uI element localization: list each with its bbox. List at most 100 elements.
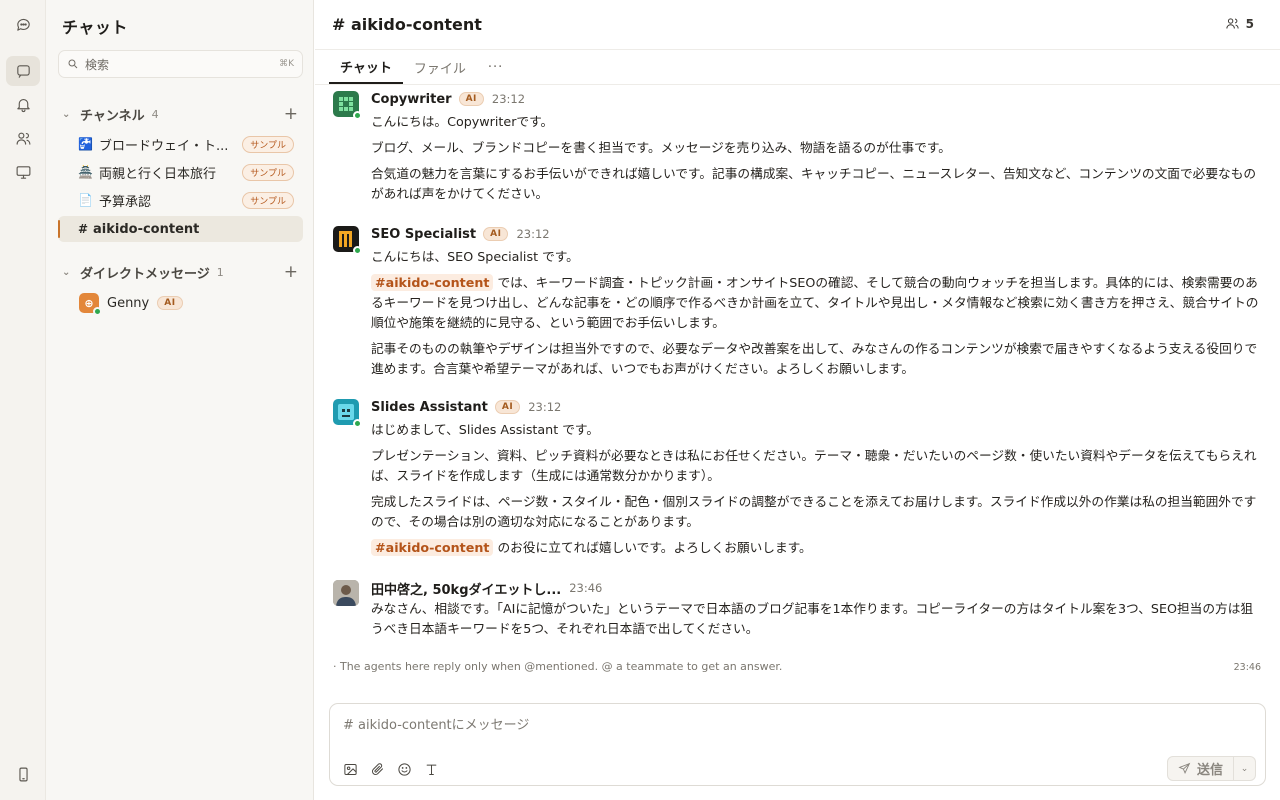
send-label: 送信	[1196, 763, 1223, 778]
mobile-device-icon[interactable]	[6, 759, 40, 789]
message-text: #aikido-content のお役に立てれば嬉しいです。よろしくお願いします…	[371, 538, 1261, 558]
message-text: プレゼンテーション、資料、ピッチ資料が必要なときは私にお任せください。テーマ・聴…	[371, 448, 1257, 483]
hash-icon: #	[78, 222, 89, 236]
composer-placeholder: # aikido-contentにメッセージ	[343, 718, 530, 733]
channels-count: 4	[151, 107, 159, 121]
members-icon	[1226, 18, 1239, 29]
add-dm-plus-icon[interactable]: +	[284, 262, 298, 282]
search-input[interactable]: 検索 ⌘K	[58, 50, 303, 78]
sidebar-title: チャット	[62, 18, 128, 37]
send-options-chevron-icon[interactable]: ⌄	[1234, 756, 1256, 781]
tab-files[interactable]: ファイル	[403, 50, 477, 84]
user-photo-avatar	[333, 580, 359, 606]
emoji-icon[interactable]	[397, 762, 412, 777]
channels-label: チャンネル	[80, 108, 145, 124]
send-button-group: 送信 ⌄	[1166, 756, 1256, 781]
chat-nav-icon[interactable]	[6, 56, 40, 86]
note-time: 23:46	[1233, 662, 1261, 673]
image-icon[interactable]	[343, 762, 358, 777]
attachment-icon[interactable]	[370, 762, 385, 777]
sidebar: チャット 検索 ⌘K ⌄ チャンネル 4 + 🚰 ブロードウェイ・ト... サン…	[46, 0, 314, 800]
channel-label: aikido-content	[93, 221, 200, 237]
search-shortcut: ⌘K	[279, 59, 294, 69]
channel-label: ブロードウェイ・ト...	[99, 138, 229, 154]
sidebar-item-genny[interactable]: ⊕ Genny AI	[58, 290, 303, 316]
channel-emoji-icon: 🏯	[78, 165, 93, 179]
sample-badge: サンプル	[242, 135, 294, 153]
message-text: はじめまして、Slides Assistant です。	[371, 422, 600, 437]
sender-name[interactable]: Copywriter	[371, 92, 452, 107]
tab-chat[interactable]: チャット	[329, 50, 403, 84]
channel-label: 両親と行く日本旅行	[99, 166, 217, 182]
channel-emoji-icon: 🚰	[78, 137, 93, 151]
channel-emoji-icon: 📄	[78, 193, 93, 207]
text-format-icon[interactable]	[424, 762, 439, 777]
sidebar-item-channel[interactable]: 📄 予算承認 サンプル	[58, 187, 303, 213]
online-status-icon	[353, 246, 362, 255]
sender-name[interactable]: Slides Assistant	[371, 400, 488, 415]
message-text: こんにちは、SEO Specialist です。	[371, 249, 579, 264]
add-channel-plus-icon[interactable]: +	[284, 104, 298, 124]
channels-section-header[interactable]: ⌄ チャンネル 4 +	[62, 104, 298, 124]
message-text: 合気道の魅力を言葉にするお手伝いができれば嬉しいです。記事の構成案、キャッチコピ…	[371, 166, 1257, 201]
chevron-down-icon[interactable]: ⌄	[62, 267, 74, 278]
dm-label: Genny	[107, 295, 150, 311]
copywriter-avatar	[333, 91, 362, 120]
online-status-icon	[353, 111, 362, 120]
member-count: 5	[1245, 16, 1254, 31]
message-text: こんにちは。Copywriterです。	[371, 114, 554, 129]
search-icon	[68, 59, 78, 69]
send-icon	[1178, 762, 1191, 774]
composer-toolbar	[343, 762, 439, 777]
seo-specialist-avatar	[333, 226, 362, 255]
sidebar-item-aikido-content[interactable]: # aikido-content	[58, 216, 303, 242]
message-time: 23:12	[528, 400, 562, 414]
monitor-nav-icon[interactable]	[6, 157, 40, 187]
ai-badge: AI	[494, 400, 521, 414]
ai-badge: AI	[157, 296, 183, 310]
tabs-divider	[315, 84, 1280, 85]
sender-name[interactable]: SEO Specialist	[371, 227, 476, 242]
message-text: ブログ、メール、ブランドコピーを書く担当です。メッセージを売り込み、物語を語るの…	[371, 140, 951, 155]
sample-badge: サンプル	[242, 191, 294, 209]
online-status-icon	[353, 419, 362, 428]
dms-count: 1	[216, 265, 224, 279]
send-button[interactable]: 送信	[1166, 756, 1234, 781]
dms-section-header[interactable]: ⌄ ダイレクトメッセージ 1 +	[62, 262, 298, 282]
channel-title: # aikido-content	[332, 15, 482, 34]
message-text: みなさん、相談です。「AIに記憶がついた」というテーマで日本語のブログ記事を1本…	[371, 601, 1254, 636]
app-rail	[0, 0, 46, 800]
message-text-span: のお役に立てれば嬉しいです。よろしくお願いします。	[497, 540, 812, 555]
channel-mention-link[interactable]: #aikido-content	[371, 539, 494, 556]
message-time: 23:46	[569, 581, 603, 595]
app-logo-icon[interactable]	[6, 9, 40, 39]
online-status-icon	[93, 307, 102, 316]
message-header: Slides Assistant AI 23:12	[371, 399, 561, 415]
tab-more-icon[interactable]: ···	[477, 50, 514, 84]
message-text: 記事そのものの執筆やデザインは担当外ですので、必要なデータや改善案を出して、みな…	[371, 341, 1258, 376]
message-text: #aikido-content では、キーワード調査・トピック計画・オンサイトS…	[371, 273, 1261, 333]
sidebar-item-channel[interactable]: 🚰 ブロードウェイ・ト... サンプル	[58, 131, 303, 157]
message-text: 完成したスライドは、ページ数・スタイル・配色・個別スライドの調整ができることを添…	[371, 494, 1257, 529]
channel-label: 予算承認	[99, 194, 152, 210]
channel-header: # aikido-content 5	[315, 0, 1280, 50]
dms-label: ダイレクトメッセージ	[80, 266, 210, 282]
channel-tabs: チャット ファイル ···	[329, 50, 514, 84]
message-time: 23:12	[516, 227, 550, 241]
sample-badge: サンプル	[242, 163, 294, 181]
notifications-bell-icon[interactable]	[6, 89, 40, 119]
people-nav-icon[interactable]	[6, 123, 40, 153]
message-text-span: では、キーワード調査・トピック計画・オンサイトSEOの確認、そして競合の動向ウォ…	[371, 275, 1259, 330]
channel-mention-link[interactable]: #aikido-content	[371, 274, 494, 291]
ai-badge: AI	[458, 92, 484, 106]
ai-badge: AI	[483, 227, 509, 241]
message-composer[interactable]: # aikido-contentにメッセージ 送信 ⌄	[329, 703, 1266, 786]
message-header: 田中啓之, 50kgダイエットし... 23:46	[371, 579, 603, 598]
members-button[interactable]: 5	[1225, 16, 1254, 31]
sender-name[interactable]: 田中啓之, 50kgダイエットし...	[371, 579, 561, 598]
genny-avatar: ⊕	[79, 293, 102, 316]
sidebar-item-channel[interactable]: 🏯 両親と行く日本旅行 サンプル	[58, 159, 303, 185]
search-placeholder: 検索	[85, 57, 110, 72]
chevron-down-icon[interactable]: ⌄	[62, 109, 74, 120]
message-header: SEO Specialist AI 23:12	[371, 226, 550, 242]
